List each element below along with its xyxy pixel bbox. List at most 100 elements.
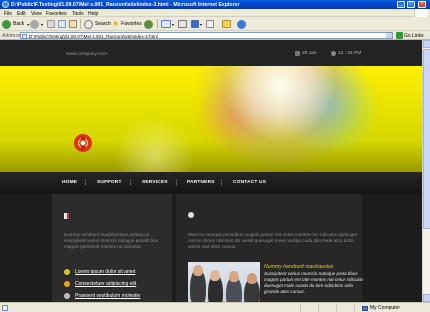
folder-button[interactable] (222, 19, 231, 29)
list-link-3[interactable]: Praesent vestibulum molestie (64, 293, 140, 299)
nav-divider (176, 179, 177, 186)
person-face (247, 273, 257, 284)
home-icon (69, 20, 77, 28)
bullet-circle-icon (188, 212, 194, 218)
mail-button[interactable]: ▾ (161, 19, 174, 29)
minimize-button[interactable]: _ (397, 1, 405, 8)
history-button[interactable] (144, 19, 153, 29)
messenger-icon (237, 19, 246, 29)
menu-view[interactable]: View (31, 11, 42, 17)
company-logo-icon[interactable] (73, 133, 93, 153)
search-label: Search (95, 21, 111, 27)
refresh-button[interactable] (58, 19, 66, 29)
go-label: Go (404, 32, 411, 39)
toolbar-divider (157, 19, 158, 29)
scroll-down-button[interactable] (423, 294, 430, 302)
nav-partners[interactable]: PARTNERS (187, 180, 215, 185)
time-text: 12 : 34 PM (338, 51, 362, 56)
discuss-button[interactable] (206, 19, 214, 29)
status-bar: My Computer (0, 302, 430, 312)
print-icon (178, 20, 187, 28)
status-divider (336, 304, 337, 312)
home-button[interactable] (69, 19, 77, 29)
favorites-label: Favorites (121, 21, 142, 27)
gear-icon (64, 293, 70, 299)
team-photo (188, 262, 260, 302)
nav-divider (130, 179, 131, 186)
list-link-label: Praesent vestibulum molestie (75, 293, 141, 299)
menu-help[interactable]: Help (88, 11, 98, 17)
feature-text: Suscipitent varius mumcio natoque pena t… (264, 271, 364, 294)
list-link-label: Consectetuer adipiscing elit (75, 281, 137, 287)
address-label: Address (2, 33, 21, 39)
menu-favorites[interactable]: Favorites (46, 11, 67, 17)
scroll-up-button[interactable] (423, 40, 430, 48)
address-input[interactable]: D:\Public\Testing\01.09.07\Mel s.001_Ran… (20, 32, 393, 39)
mail-icon (161, 20, 171, 28)
list-link-1[interactable]: Lorem ipsum dolor sit amet (64, 269, 135, 275)
nav-divider (85, 179, 86, 186)
stop-icon (47, 20, 55, 28)
folder-icon (222, 20, 231, 28)
windows-logo-icon (414, 9, 428, 17)
close-button[interactable]: × (418, 1, 426, 8)
chevron-down-icon: ▾ (172, 21, 175, 27)
nav-contact-us[interactable]: CONTACT US (233, 180, 266, 185)
refresh-icon (58, 20, 66, 28)
messenger-button[interactable] (237, 19, 246, 29)
stop-button[interactable] (47, 19, 55, 29)
right-paragraph: Mumcio natoque penatibus magnis parturi … (188, 232, 358, 249)
go-arrow-icon (396, 32, 403, 39)
links-button[interactable]: Links (412, 33, 424, 39)
status-divider (318, 304, 319, 312)
gear-icon (64, 269, 70, 275)
favorites-button[interactable]: ★ Favorites (112, 19, 142, 29)
person-face (229, 271, 239, 282)
list-link-2[interactable]: Consectetuer adipiscing elit (64, 281, 136, 287)
history-icon (144, 19, 153, 29)
vertical-scrollbar[interactable] (422, 40, 430, 302)
site-top-strip: www.company.com 29 Jan 12 : 34 PM (0, 40, 422, 66)
menu-tools[interactable]: Tools (72, 11, 84, 17)
edit-button[interactable]: ▾ (191, 19, 202, 29)
status-divider (300, 304, 301, 312)
back-arrow-icon (2, 19, 11, 29)
nav-services[interactable]: SERVICES (142, 180, 168, 185)
page-viewport: www.company.com 29 Jan 12 : 34 PM HOME S… (0, 40, 430, 302)
site-url: www.company.com (66, 52, 107, 57)
feature-title: Nummy hendrerit mauhaestus (264, 264, 334, 270)
go-button[interactable]: Go (396, 32, 411, 39)
toolbar-divider (80, 19, 81, 29)
back-label: Back (13, 21, 25, 27)
date-display: 29 Jan (295, 51, 316, 56)
security-zone: My Computer (362, 305, 400, 311)
print-button[interactable] (178, 19, 187, 29)
page-status-icon (2, 305, 8, 311)
menu-edit[interactable]: Edit (17, 11, 26, 17)
discuss-icon (206, 20, 214, 28)
search-button[interactable]: Search (84, 19, 111, 29)
nav-divider (221, 179, 222, 186)
scroll-thumb[interactable] (423, 49, 430, 229)
left-paragraph: Nummy nendrerit mauhhaestus portaucce su… (64, 232, 158, 249)
nav-support[interactable]: SUPPORT (97, 180, 122, 185)
person-face (193, 265, 203, 276)
time-display: 12 : 34 PM (331, 51, 361, 56)
menu-file[interactable]: File (4, 11, 12, 17)
chevron-down-icon: ▾ (41, 21, 44, 27)
document-icon (64, 213, 69, 219)
zone-label: My Computer (370, 305, 401, 311)
chevron-down-icon[interactable] (386, 33, 392, 38)
date-text: 29 Jan (302, 51, 317, 56)
calendar-icon (295, 51, 300, 56)
forward-button[interactable]: ▾ (30, 19, 43, 29)
status-divider (354, 304, 355, 312)
hero-banner (0, 66, 422, 172)
star-icon: ★ (112, 19, 120, 28)
menu-bar: File Edit View Favorites Tools Help (0, 9, 430, 17)
maximize-button[interactable]: □ (407, 1, 415, 8)
gear-icon (64, 281, 70, 287)
back-button[interactable]: Back ▾ (2, 19, 29, 29)
chevron-down-icon: ▾ (200, 21, 203, 27)
nav-home[interactable]: HOME (62, 180, 77, 185)
